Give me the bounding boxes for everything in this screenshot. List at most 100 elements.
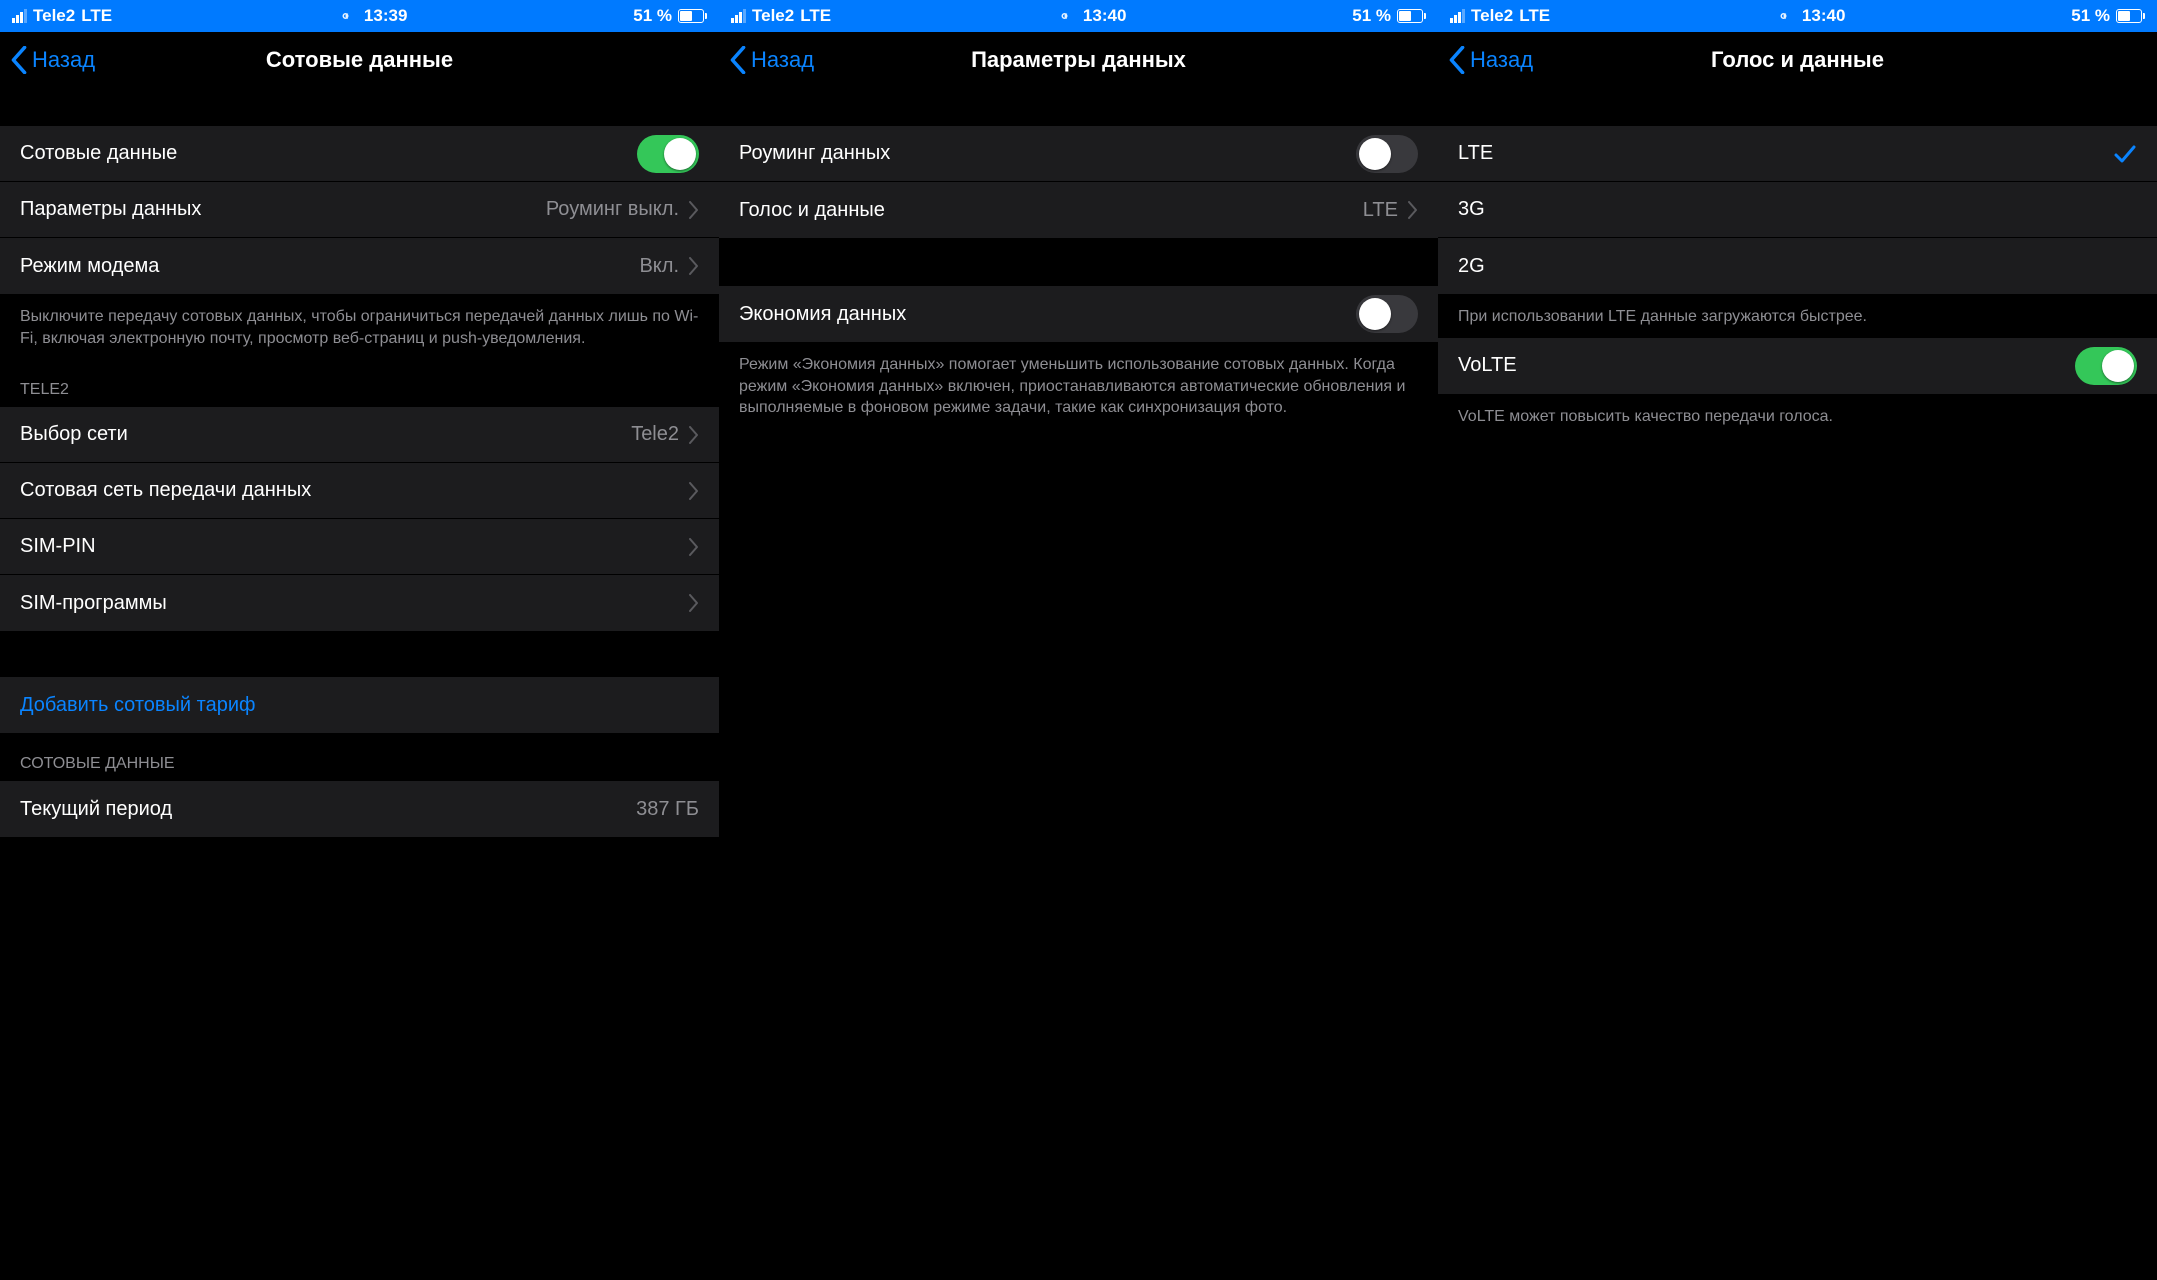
page-title: Голос и данные [1438, 47, 2157, 73]
lte-footer-text: При использовании LTE данные загружаются… [1438, 294, 2157, 338]
row-option-3g[interactable]: 3G [1438, 182, 2157, 238]
signal-icon [731, 9, 746, 23]
row-volte[interactable]: VoLTE [1438, 338, 2157, 394]
hotspot-icon [338, 10, 356, 22]
row-sim-pin[interactable]: SIM-PIN [0, 519, 719, 575]
cellular-data-toggle[interactable] [637, 135, 699, 173]
option-lte-label: LTE [1458, 142, 1493, 165]
row-voice-and-data[interactable]: Голос и данные LTE [719, 182, 1438, 238]
row-current-period[interactable]: Текущий период 387 ГБ [0, 781, 719, 837]
battery-percent-label: 51 % [2071, 6, 2110, 26]
cellular-data-label: Сотовые данные [20, 142, 177, 165]
chevron-right-icon [689, 257, 699, 275]
hotspot-label: Режим модема [20, 255, 159, 278]
status-bar: Tele2 LTE 13:39 51 % [0, 0, 719, 32]
back-button[interactable]: Назад [1448, 46, 1533, 74]
battery-percent-label: 51 % [633, 6, 672, 26]
battery-icon [1397, 9, 1426, 23]
chevron-right-icon [689, 201, 699, 219]
low-data-label: Экономия данных [739, 303, 906, 326]
checkmark-icon [2113, 142, 2137, 166]
navigation-bar: Назад Голос и данные [1438, 32, 2157, 88]
row-low-data-mode[interactable]: Экономия данных [719, 286, 1438, 342]
back-label: Назад [32, 47, 95, 73]
network-type-label: LTE [800, 6, 831, 26]
row-option-lte[interactable]: LTE [1438, 126, 2157, 182]
battery-icon [678, 9, 707, 23]
pane-voice-and-data: Tele2 LTE 13:40 51 % Назад Голос и данны… [1438, 0, 2157, 1280]
page-title: Параметры данных [719, 47, 1438, 73]
row-data-roaming[interactable]: Роуминг данных [719, 126, 1438, 182]
row-data-options[interactable]: Параметры данных Роуминг выкл. [0, 182, 719, 238]
back-label: Назад [1470, 47, 1533, 73]
carrier-label: Tele2 [752, 6, 794, 26]
option-2g-label: 2G [1458, 255, 1485, 278]
chevron-right-icon [689, 426, 699, 444]
back-button[interactable]: Назад [729, 46, 814, 74]
page-title: Сотовые данные [0, 47, 719, 73]
hotspot-icon [1057, 10, 1075, 22]
data-options-value: Роуминг выкл. [546, 198, 679, 221]
row-cellular-data-network[interactable]: Сотовая сеть передачи данных [0, 463, 719, 519]
status-bar: Tele2 LTE 13:40 51 % [719, 0, 1438, 32]
sim-apps-label: SIM-программы [20, 592, 167, 615]
row-add-cellular-plan[interactable]: Добавить сотовый тариф [0, 677, 719, 733]
current-period-value: 387 ГБ [636, 798, 699, 821]
back-button[interactable]: Назад [10, 46, 95, 74]
network-type-label: LTE [81, 6, 112, 26]
group-volte: VoLTE [1438, 338, 2157, 394]
data-roaming-toggle[interactable] [1356, 135, 1418, 173]
clock-label: 13:40 [1083, 6, 1126, 26]
option-3g-label: 3G [1458, 198, 1485, 221]
row-personal-hotspot[interactable]: Режим модема Вкл. [0, 238, 719, 294]
current-period-label: Текущий период [20, 798, 172, 821]
volte-label: VoLTE [1458, 354, 1517, 377]
pane-data-options: Tele2 LTE 13:40 51 % Назад Параметры дан… [719, 0, 1438, 1280]
navigation-bar: Назад Сотовые данные [0, 32, 719, 88]
sim-pin-label: SIM-PIN [20, 535, 96, 558]
row-sim-applications[interactable]: SIM-программы [0, 575, 719, 631]
hotspot-icon [1776, 10, 1794, 22]
group-cellular: Сотовые данные Параметры данных Роуминг … [0, 126, 719, 294]
group-usage: Текущий период 387 ГБ [0, 781, 719, 837]
clock-label: 13:40 [1802, 6, 1845, 26]
chevron-right-icon [689, 594, 699, 612]
chevron-left-icon [729, 46, 747, 74]
section-header-tele2: TELE2 [0, 359, 719, 407]
battery-percent-label: 51 % [1352, 6, 1391, 26]
low-data-footer-text: Режим «Экономия данных» помогает уменьши… [719, 342, 1438, 429]
back-label: Назад [751, 47, 814, 73]
carrier-label: Tele2 [33, 6, 75, 26]
carrier-label: Tele2 [1471, 6, 1513, 26]
row-cellular-data[interactable]: Сотовые данные [0, 126, 719, 182]
low-data-toggle[interactable] [1356, 295, 1418, 333]
section-header-cellular-data: СОТОВЫЕ ДАННЫЕ [0, 733, 719, 781]
data-options-label: Параметры данных [20, 198, 201, 221]
navigation-bar: Назад Параметры данных [719, 32, 1438, 88]
chevron-right-icon [689, 538, 699, 556]
volte-footer-text: VoLTE может повысить качество передачи г… [1438, 394, 2157, 438]
clock-label: 13:39 [364, 6, 407, 26]
chevron-right-icon [689, 482, 699, 500]
signal-icon [12, 9, 27, 23]
chevron-right-icon [1408, 201, 1418, 219]
group-add-plan: Добавить сотовый тариф [0, 677, 719, 733]
hotspot-value: Вкл. [639, 255, 679, 278]
group-low-data: Экономия данных [719, 286, 1438, 342]
cellular-data-network-label: Сотовая сеть передачи данных [20, 479, 311, 502]
group-roaming-voice: Роуминг данных Голос и данные LTE [719, 126, 1438, 238]
network-type-label: LTE [1519, 6, 1550, 26]
network-selection-label: Выбор сети [20, 423, 128, 446]
volte-toggle[interactable] [2075, 347, 2137, 385]
signal-icon [1450, 9, 1465, 23]
voice-and-data-label: Голос и данные [739, 199, 885, 222]
row-network-selection[interactable]: Выбор сети Tele2 [0, 407, 719, 463]
data-roaming-label: Роуминг данных [739, 142, 890, 165]
network-selection-value: Tele2 [631, 423, 679, 446]
cellular-footer-text: Выключите передачу сотовых данных, чтобы… [0, 294, 719, 359]
group-network-mode: LTE 3G 2G [1438, 126, 2157, 294]
pane-cellular-data: Tele2 LTE 13:39 51 % Назад Сотовые данны… [0, 0, 719, 1280]
add-cellular-plan-label: Добавить сотовый тариф [20, 694, 255, 717]
chevron-left-icon [1448, 46, 1466, 74]
row-option-2g[interactable]: 2G [1438, 238, 2157, 294]
